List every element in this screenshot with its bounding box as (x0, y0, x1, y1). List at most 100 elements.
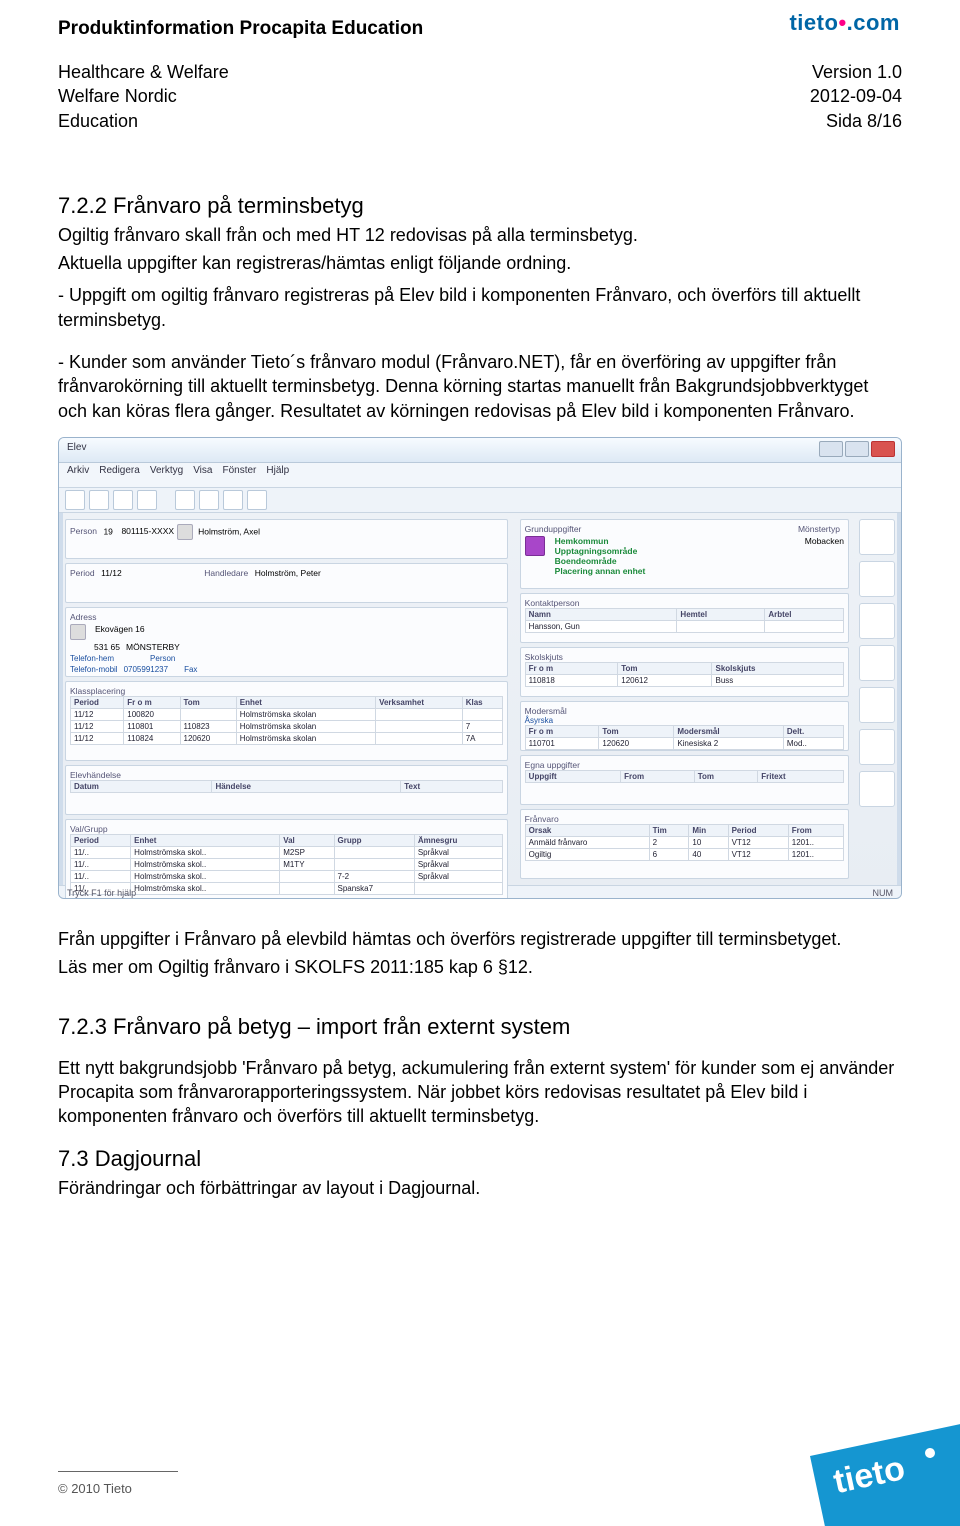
zip: 531 65 (94, 642, 120, 652)
street: Ekovägen 16 (95, 624, 145, 640)
doc-meta-right: Version 1.0 2012-09-04 Sida 8/16 (810, 60, 902, 133)
grund-icon (525, 536, 545, 556)
table-row: 110818120612Buss (525, 674, 843, 686)
table-row: 11/12110801110823Holmströmska skolan7 (71, 720, 503, 732)
address-panel: Adress Ekovägen 16 531 65 MÖNSTERBY Tele… (65, 607, 508, 677)
toolbar-button[interactable] (113, 490, 133, 510)
label: Boendeområde (555, 556, 646, 566)
label: Elevhändelse (70, 770, 121, 780)
menu-verktyg[interactable]: Verktyg (150, 465, 183, 485)
p-7-2-2-b: Aktuella uppgifter kan registreras/hämta… (58, 251, 902, 275)
kontaktperson-panel: Kontaktperson NamnHemtelArbtel Hansson, … (520, 593, 849, 643)
toolbar-button[interactable] (89, 490, 109, 510)
label: Mönstertyp (798, 524, 840, 534)
franvaro-panel: Frånvaro OrsakTimMinPeriodFrom Anmäld fr… (520, 809, 849, 879)
side-icon[interactable] (859, 687, 895, 723)
label: Egna uppgifter (525, 760, 580, 770)
side-icon[interactable] (859, 519, 895, 555)
period-value: 11/12 (101, 568, 122, 578)
period-panel: Period 11/12 Handledare Holmström, Peter (65, 563, 508, 603)
menu-visa[interactable]: Visa (193, 465, 212, 485)
tieto-logo-bottom: tieto (790, 1386, 960, 1526)
table-row: 110701120620Kinesiska 2Mod.. (525, 737, 843, 749)
label: Period (70, 568, 95, 578)
label: Telefon-mobil (70, 665, 118, 674)
right-icon-column (859, 519, 895, 879)
maximize-icon[interactable] (845, 441, 869, 457)
person-panel: Person 19 801115-XXXX Holmström, Axel (65, 519, 508, 559)
person-name: Holmström, Axel (198, 526, 260, 536)
logo-word: tieto (789, 10, 838, 35)
side-icon[interactable] (859, 771, 895, 807)
address-icon (70, 624, 86, 640)
label: Modersmål (525, 706, 567, 716)
menu-fonster[interactable]: Fönster (222, 465, 256, 485)
table-row: 11/..Holmströmska skol..M2SPSpråkval (71, 846, 503, 858)
label: Person (70, 526, 97, 536)
menu-arkiv[interactable]: Arkiv (67, 465, 89, 485)
version-line: Version 1.0 (810, 60, 902, 84)
monstertyp: Mobacken (805, 536, 844, 576)
menu-bar: Arkiv Redigera Verktyg Visa Fönster Hjäl… (59, 463, 901, 488)
elevhandelse-panel: Elevhändelse DatumHändelseText (65, 765, 508, 815)
grunduppgifter-panel: Grunduppgifter Mönstertyp Hemkommun Uppt… (520, 519, 849, 589)
label: Upptagningsområde (555, 546, 646, 556)
logo-dot-icon: • (838, 10, 846, 36)
p-7-2-2-c: - Uppgift om ogiltig frånvaro registrera… (58, 283, 902, 332)
table-row: Anmäld frånvaro210VT121201.. (525, 836, 843, 848)
side-icon[interactable] (859, 645, 895, 681)
label: Skolskjuts (525, 652, 563, 662)
toolbar-button[interactable] (65, 490, 85, 510)
menu-redigera[interactable]: Redigera (99, 465, 140, 485)
side-icon[interactable] (859, 561, 895, 597)
side-icon[interactable] (859, 603, 895, 639)
p-after-ss-1: Från uppgifter i Frånvaro på elevbild hä… (58, 927, 902, 951)
franvaro-table: OrsakTimMinPeriodFrom Anmäld frånvaro210… (525, 824, 844, 861)
toolbar-button[interactable] (175, 490, 195, 510)
p-7-2-3: Ett nytt bakgrundsjobb 'Frånvaro på bety… (58, 1056, 902, 1129)
doc-meta-left: Healthcare & Welfare Welfare Nordic Educ… (58, 60, 229, 133)
side-icon[interactable] (859, 729, 895, 765)
page-line: Sida 8/16 (810, 109, 902, 133)
label: Kontaktperson (525, 598, 580, 608)
window-titlebar: Elev (59, 438, 901, 463)
label: Telefon-hem (70, 654, 114, 663)
menu-hjalp[interactable]: Hjälp (266, 465, 289, 485)
org-line-1: Healthcare & Welfare (58, 60, 229, 84)
toolbar-button[interactable] (247, 490, 267, 510)
toolbar-button[interactable] (137, 490, 157, 510)
label: Handledare (204, 568, 248, 578)
sublabel: Åsyrska (525, 716, 844, 725)
toolbar-button[interactable] (199, 490, 219, 510)
p-7-3: Förändringar och förbättringar av layout… (58, 1176, 902, 1200)
skolskjuts-panel: Skolskjuts Fr o mTomSkolskjuts 110818120… (520, 647, 849, 697)
city: MÖNSTERBY (126, 642, 180, 652)
footer-divider (58, 1471, 178, 1472)
table-row: 11/..Holmströmska skol..7-2Språkval (71, 870, 503, 882)
toolbar (59, 488, 901, 513)
person-pnr: 801115-XXXX (121, 526, 174, 536)
doc-meta: Healthcare & Welfare Welfare Nordic Educ… (58, 60, 902, 133)
org-line-3: Education (58, 109, 229, 133)
p-after-ss-2: Läs mer om Ogiltig frånvaro i SKOLFS 201… (58, 955, 902, 979)
person-id: 19 (103, 526, 112, 536)
heading-7-3: 7.3 Dagjournal (58, 1146, 902, 1172)
heading-7-2-3: 7.2.3 Frånvaro på betyg – import från ex… (58, 1014, 902, 1040)
close-icon[interactable] (871, 441, 895, 457)
minimize-icon[interactable] (819, 441, 843, 457)
heading-7-2-2: 7.2.2 Frånvaro på terminsbetyg (58, 193, 902, 219)
embedded-app-screenshot: Elev Arkiv Redigera Verktyg Visa Fönster… (58, 437, 902, 899)
mobil: 0705991237 (124, 665, 169, 674)
person-icon[interactable] (177, 524, 193, 540)
label: Fax (184, 665, 197, 674)
label: Person (150, 654, 175, 663)
klass-table: PeriodFr o mTomEnhetVerksamhetKlas 11/12… (70, 696, 503, 745)
handledare-value: Holmström, Peter (255, 568, 321, 578)
table-row: 11/12100820Holmströmska skolan (71, 708, 503, 720)
label: Val/Grupp (70, 824, 108, 834)
toolbar-button[interactable] (223, 490, 243, 510)
doc-title: Produktinformation Procapita Education (58, 18, 902, 40)
status-left: Tryck F1 för hjälp (67, 888, 136, 899)
p-7-2-2-a: Ogiltig frånvaro skall från och med HT 1… (58, 223, 902, 247)
p-7-2-2-d: - Kunder som använder Tieto´s frånvaro m… (58, 350, 902, 423)
